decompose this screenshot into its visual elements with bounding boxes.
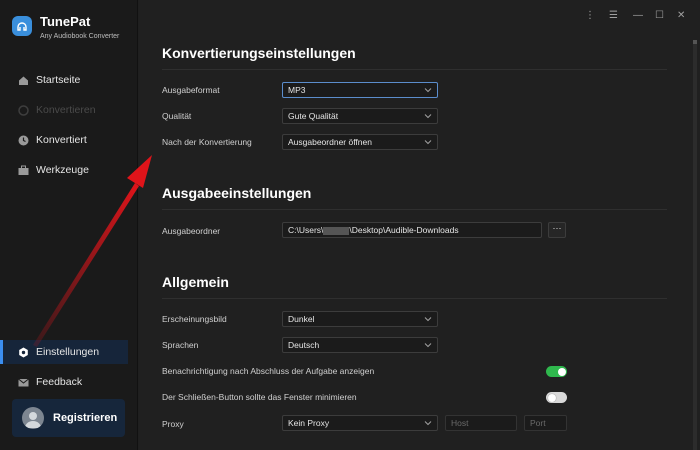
- chevron-down-icon: [424, 88, 432, 93]
- notification-label: Benachrichtigung nach Abschluss der Aufg…: [162, 366, 375, 376]
- section-title-general: Allgemein: [162, 274, 229, 290]
- proxy-label: Proxy: [162, 419, 184, 429]
- proxy-select[interactable]: Kein Proxy: [282, 415, 438, 431]
- output-format-label: Ausgabeformat: [162, 85, 220, 95]
- sidebar-item-label: Werkzeuge: [36, 164, 89, 176]
- chevron-down-icon: [424, 140, 432, 145]
- settings-panel: ⋮ ☰ — ☐ ✕ Konvertierungseinstellungen Au…: [139, 0, 700, 450]
- select-value: Kein Proxy: [288, 418, 330, 428]
- sidebar-item-converted[interactable]: Konvertiert: [0, 128, 138, 152]
- select-value: Deutsch: [288, 340, 320, 350]
- divider: [162, 209, 667, 210]
- section-title-conversion: Konvertierungseinstellungen: [162, 45, 356, 61]
- mail-icon: [18, 377, 29, 388]
- select-value: Dunkel: [288, 314, 315, 324]
- app-subtitle: Any Audiobook Converter: [40, 33, 120, 40]
- minimize-on-close-label: Der Schließen-Button sollte das Fenster …: [162, 392, 357, 402]
- convert-icon: [18, 104, 29, 116]
- chevron-down-icon: [424, 317, 432, 322]
- sidebar-item-home[interactable]: Startseite: [0, 68, 138, 92]
- notification-toggle[interactable]: [546, 366, 567, 377]
- language-label: Sprachen: [162, 340, 199, 350]
- section-title-output: Ausgabeeinstellungen: [162, 185, 312, 201]
- appearance-select[interactable]: Dunkel: [282, 311, 438, 327]
- minimize-on-close-toggle[interactable]: [546, 392, 567, 403]
- select-value: Gute Qualität: [288, 111, 339, 121]
- after-conversion-label: Nach der Konvertierung: [162, 137, 252, 147]
- sidebar-item-label: Feedback: [36, 376, 83, 388]
- sidebar-item-label: Konvertieren: [36, 104, 96, 116]
- app-name: TunePat: [40, 14, 91, 29]
- sidebar-item-label: Startseite: [36, 74, 81, 86]
- sidebar-item-tools[interactable]: Werkzeuge: [0, 158, 138, 182]
- path-suffix: \Desktop\Audible-Downloads: [349, 225, 459, 235]
- divider: [162, 298, 667, 299]
- tunepat-logo-icon: [12, 16, 32, 36]
- quality-label: Qualität: [162, 111, 192, 121]
- toggle-knob: [547, 393, 556, 402]
- gear-icon: [18, 347, 29, 358]
- browse-folder-button[interactable]: ···: [548, 222, 566, 238]
- redacted-username: [323, 226, 350, 235]
- close-icon[interactable]: ✕: [677, 10, 685, 21]
- toolbox-icon: [18, 165, 29, 176]
- sidebar-item-label: Konvertiert: [36, 134, 87, 146]
- app-logo: TunePat Any Audiobook Converter: [12, 14, 119, 40]
- avatar-icon: [22, 407, 44, 429]
- chevron-down-icon: [424, 421, 432, 426]
- proxy-host-input[interactable]: Host: [445, 415, 517, 431]
- appearance-label: Erscheinungsbild: [162, 314, 227, 324]
- select-value: MP3: [288, 85, 306, 95]
- toggle-knob: [557, 367, 566, 376]
- output-folder-input[interactable]: C:\Users\ \Desktop\Audible-Downloads: [282, 222, 542, 238]
- scrollbar-track[interactable]: [693, 40, 697, 450]
- hamburger-menu-icon[interactable]: ☰: [609, 10, 618, 21]
- output-format-select[interactable]: MP3: [282, 82, 438, 98]
- clock-icon: [18, 135, 29, 146]
- register-button[interactable]: Registrieren: [12, 399, 125, 437]
- after-conversion-select[interactable]: Ausgabeordner öffnen: [282, 134, 438, 150]
- home-icon: [18, 75, 29, 86]
- sidebar-item-feedback[interactable]: Feedback: [0, 370, 138, 394]
- path-prefix: C:\Users\: [288, 225, 324, 235]
- scrollbar-thumb[interactable]: [693, 40, 697, 44]
- chevron-down-icon: [424, 114, 432, 119]
- language-select[interactable]: Deutsch: [282, 337, 438, 353]
- sidebar-item-convert[interactable]: Konvertieren: [0, 98, 138, 122]
- maximize-icon[interactable]: ☐: [655, 10, 664, 21]
- more-menu-icon[interactable]: ⋮: [585, 10, 595, 21]
- quality-select[interactable]: Gute Qualität: [282, 108, 438, 124]
- sidebar-item-settings[interactable]: Einstellungen: [0, 340, 128, 364]
- sidebar: TunePat Any Audiobook Converter Startsei…: [0, 0, 138, 450]
- sidebar-item-label: Einstellungen: [36, 346, 100, 358]
- proxy-port-input[interactable]: Port: [524, 415, 567, 431]
- chevron-down-icon: [424, 343, 432, 348]
- divider: [162, 69, 667, 70]
- minimize-icon[interactable]: —: [633, 10, 643, 21]
- output-folder-label: Ausgabeordner: [162, 226, 221, 236]
- register-label: Registrieren: [53, 412, 118, 424]
- select-value: Ausgabeordner öffnen: [288, 137, 372, 147]
